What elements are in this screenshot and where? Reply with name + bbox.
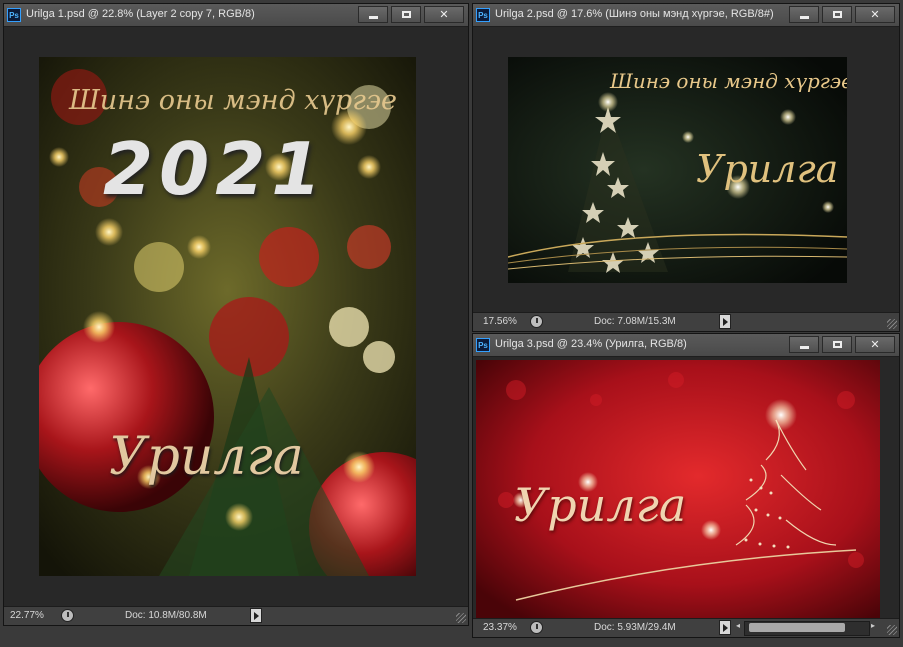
timing-icon[interactable] [530,315,543,328]
close-button[interactable]: ✕ [855,6,895,23]
status-menu-button[interactable] [719,314,731,329]
close-icon: ✕ [870,9,880,21]
invite-text: Урилга [109,427,304,487]
window-titlebar[interactable]: Ps Urilga 3.psd @ 23.4% (Урилга, RGB/8) … [473,334,899,357]
horizontal-scrollbar[interactable] [744,621,870,636]
close-button[interactable]: ✕ [855,336,895,353]
status-menu-button[interactable] [250,608,262,623]
maximize-icon [832,341,842,348]
window-title: Urilga 3.psd @ 23.4% (Урилга, RGB/8) [495,338,687,350]
doc-size: Doc: 7.08M/15.3M [594,316,676,327]
resize-grip[interactable] [887,625,897,635]
maximize-button[interactable] [822,6,852,23]
timing-icon[interactable] [530,621,543,634]
doc-size: Doc: 10.8M/80.8M [125,610,207,621]
resize-grip[interactable] [887,319,897,329]
invite-text: Урилга [514,478,687,532]
window-title: Urilga 2.psd @ 17.6% (Шинэ оны мэнд хүрг… [495,8,774,20]
document-window-urilga1[interactable]: Ps Urilga 1.psd @ 22.8% (Layer 2 copy 7,… [3,3,469,626]
zoom-level[interactable]: 23.37% [483,622,517,633]
maximize-button[interactable] [822,336,852,353]
maximize-button[interactable] [391,6,421,23]
doc-size: Doc: 5.93M/29.4M [594,622,676,633]
document-canvas[interactable]: Урилга [476,360,880,618]
minimize-button[interactable] [358,6,388,23]
maximize-icon [401,11,411,18]
scroll-right-icon[interactable]: ▸ [871,621,875,630]
canvas-area[interactable]: Шинэ оны мэнд хүргэе Урилга [473,27,899,312]
document-window-urilga3[interactable]: Ps Urilga 3.psd @ 23.4% (Урилга, RGB/8) … [472,333,900,638]
scroll-left-icon[interactable]: ◂ [736,621,740,630]
greeting-text: Шинэ оны мэнд хүргэе [610,69,847,93]
greeting-text: Шинэ оны мэнд хүргэе [69,85,397,116]
photoshop-icon: Ps [476,338,490,352]
minimize-button[interactable] [789,6,819,23]
minimize-button[interactable] [789,336,819,353]
invite-text: Урилга [696,147,839,191]
document-canvas[interactable]: Шинэ оны мэнд хүргэе Урилга [508,57,847,283]
zoom-level[interactable]: 17.56% [483,316,517,327]
close-icon: ✕ [870,339,880,351]
status-bar: 17.56% Doc: 7.08M/15.3M [473,312,899,331]
minimize-icon [368,16,378,19]
zoom-level[interactable]: 22.77% [10,610,44,621]
maximize-icon [832,11,842,18]
window-titlebar[interactable]: Ps Urilga 1.psd @ 22.8% (Layer 2 copy 7,… [4,4,468,27]
close-icon: ✕ [439,9,449,21]
canvas-area[interactable]: Шинэ оны мэнд хүргэе 2021 Урилга [4,27,468,606]
year-text: 2021 [103,127,328,211]
window-titlebar[interactable]: Ps Urilga 2.psd @ 17.6% (Шинэ оны мэнд х… [473,4,899,27]
photoshop-icon: Ps [7,8,21,22]
status-bar: 23.37% Doc: 5.93M/29.4M ◂ ▸ [473,618,899,637]
minimize-icon [799,346,809,349]
window-title: Urilga 1.psd @ 22.8% (Layer 2 copy 7, RG… [26,8,255,20]
minimize-icon [799,16,809,19]
canvas-area[interactable]: Урилга [473,357,899,618]
photoshop-icon: Ps [476,8,490,22]
resize-grip[interactable] [456,613,466,623]
status-menu-button[interactable] [719,620,731,635]
scroll-thumb[interactable] [749,623,845,632]
close-button[interactable]: ✕ [424,6,464,23]
document-canvas[interactable]: Шинэ оны мэнд хүргэе 2021 Урилга [39,57,416,576]
timing-icon[interactable] [61,609,74,622]
document-window-urilga2[interactable]: Ps Urilga 2.psd @ 17.6% (Шинэ оны мэнд х… [472,3,900,332]
status-bar: 22.77% Doc: 10.8M/80.8M [4,606,468,625]
